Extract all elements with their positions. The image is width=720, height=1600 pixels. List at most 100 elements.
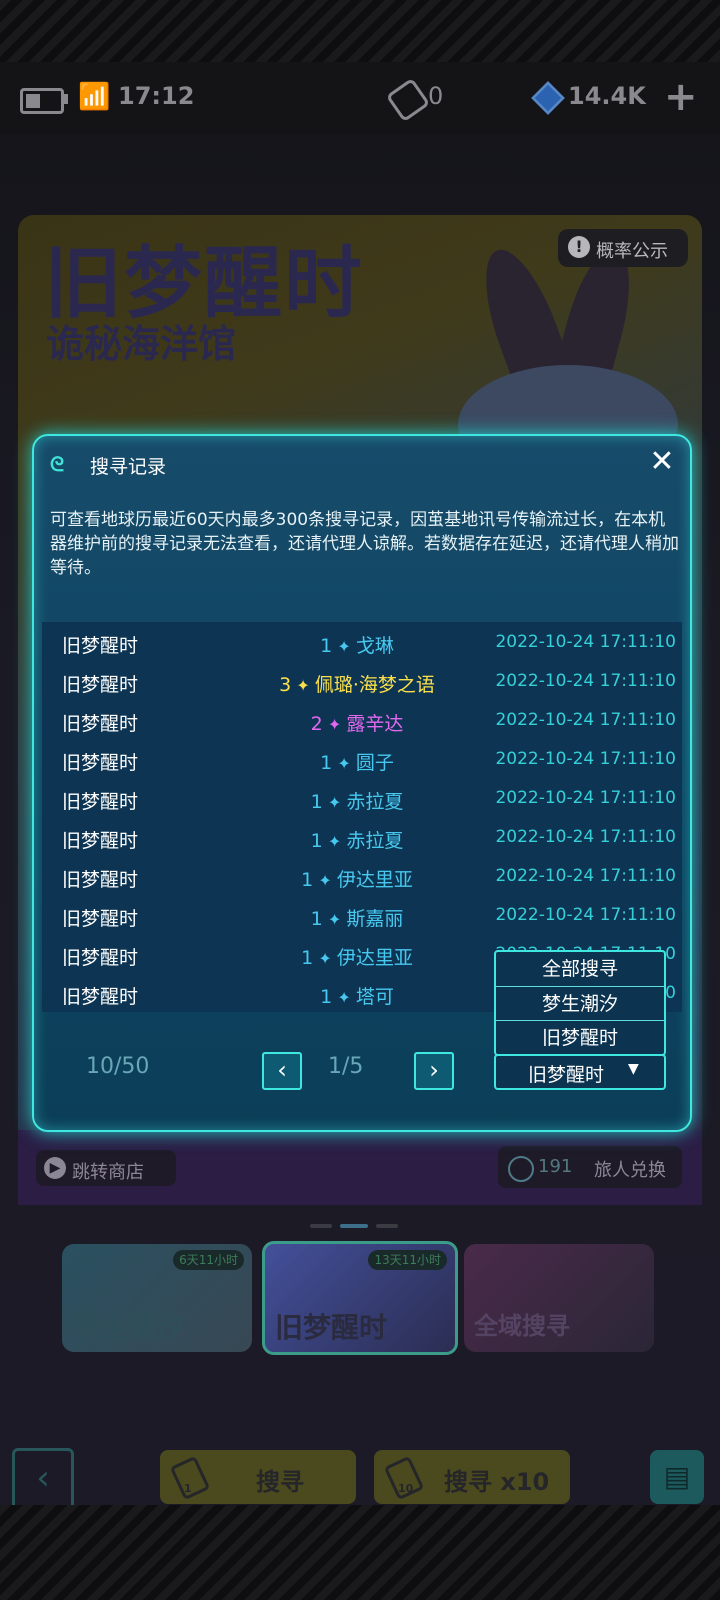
record-row: 旧梦醒时 1 ✦ 斯嘉丽 2022-10-24 17:11:10 [42, 895, 682, 934]
record-name: 伊达里亚 [336, 869, 413, 891]
record-name: 伊达里亚 [336, 947, 413, 969]
record-item: 1 ✦ 伊达里亚 [232, 865, 482, 892]
record-stars: 1 [320, 986, 333, 1008]
ticket-count: 0 [428, 82, 444, 110]
timer-badge: 13天11小时 [368, 1250, 447, 1270]
record-stars: 1 [310, 908, 323, 930]
record-name: 佩璐·海梦之语 [314, 674, 435, 696]
modal-header: ᘓ 搜寻记录 ✕ [34, 436, 690, 492]
record-row: 旧梦醒时 1 ✦ 圆子 2022-10-24 17:11:10 [42, 739, 682, 778]
filter-select[interactable]: 旧梦醒时 ▼ [494, 1054, 666, 1090]
record-stars: 3 [279, 674, 292, 696]
battery-tip [64, 94, 68, 104]
record-stars: 1 [320, 752, 333, 774]
record-name: 斯嘉丽 [346, 908, 404, 930]
record-time: 2022-10-24 17:11:10 [495, 632, 676, 652]
record-item: 1 ✦ 戈琳 [232, 631, 482, 658]
arrow-right-icon: ▶ [44, 1157, 66, 1179]
thumb-label: 全域搜寻 [474, 1312, 570, 1340]
thumb-label: 梦生潮汐 [72, 1311, 185, 1344]
gem-icon [531, 81, 565, 115]
record-item: 1 ✦ 塔可 [232, 982, 482, 1009]
star-icon: ✦ [291, 676, 315, 695]
star-icon: ✦ [322, 910, 347, 929]
alert-icon: ! [568, 236, 590, 258]
record-banner: 旧梦醒时 [62, 986, 139, 1008]
record-time: 2022-10-24 17:11:10 [495, 710, 676, 730]
exchange-button[interactable]: 191 旅人兑换 [498, 1146, 682, 1188]
star-icon: ✦ [322, 832, 347, 851]
next-page-button[interactable]: › [414, 1052, 454, 1090]
back-button[interactable]: ‹ [12, 1448, 74, 1510]
page-indicator: 1/5 [328, 1054, 364, 1079]
star-icon: ✦ [332, 754, 356, 773]
record-stars: 2 [310, 713, 323, 735]
add-currency-button[interactable]: + [664, 74, 698, 120]
prev-page-button[interactable]: ‹ [262, 1052, 302, 1090]
record-time: 2022-10-24 17:11:10 [495, 866, 676, 886]
filter-dropdown-menu: 全部搜寻 梦生潮汐 旧梦醒时 [494, 950, 666, 1056]
record-row: 旧梦醒时 2 ✦ 露辛达 2022-10-24 17:11:10 [42, 700, 682, 739]
top-stripes [0, 0, 720, 62]
record-stars: 1 [310, 791, 323, 813]
star-icon: ✦ [322, 715, 347, 734]
record-name: 圆子 [355, 752, 394, 774]
record-stars: 1 [301, 947, 314, 969]
record-row: 旧梦醒时 1 ✦ 伊达里亚 2022-10-24 17:11:10 [42, 856, 682, 895]
star-icon: ✦ [332, 637, 356, 656]
record-item: 1 ✦ 圆子 [232, 748, 482, 775]
ticket-qty: 1 [184, 1482, 192, 1495]
record-name: 赤拉夏 [346, 791, 404, 813]
banner-thumb-global[interactable]: 全域搜寻 [464, 1244, 654, 1352]
record-time: 2022-10-24 17:11:10 [495, 671, 676, 691]
modal-description: 可查看地球历最近60天内最多300条搜寻记录，因茧基地讯号传输流过长，在本机器维… [50, 510, 679, 578]
record-banner: 旧梦醒时 [62, 869, 139, 891]
status-bar: 📶 17:12 0 14.4K + [0, 74, 720, 123]
record-row: 旧梦醒时 1 ✦ 赤拉夏 2022-10-24 17:11:10 [42, 778, 682, 817]
search-x10-button[interactable]: 10 搜寻 x10 [374, 1450, 570, 1504]
record-name: 戈琳 [355, 635, 394, 657]
probability-button[interactable]: ! 概率公示 [558, 229, 688, 267]
record-time: 2022-10-24 17:11:10 [495, 788, 676, 808]
record-count: 10/50 [86, 1054, 150, 1079]
record-banner: 旧梦醒时 [62, 674, 139, 696]
chevron-left-icon: ‹ [277, 1056, 287, 1084]
app-logo-icon: ᘓ [50, 452, 65, 476]
caret-down-icon: ▼ [628, 1061, 639, 1077]
star-icon: ✦ [332, 988, 356, 1007]
filter-selected: 旧梦醒时 [528, 1064, 605, 1086]
banner-thumb-old-dream[interactable]: 13天11小时 旧梦醒时 [262, 1241, 458, 1355]
record-row: 旧梦醒时 1 ✦ 赤拉夏 2022-10-24 17:11:10 [42, 817, 682, 856]
search-button[interactable]: 1 搜寻 [160, 1450, 356, 1504]
record-button[interactable]: ▤ [650, 1450, 704, 1504]
record-stars: 1 [310, 830, 323, 852]
filter-option-old-dream[interactable]: 旧梦醒时 [496, 1020, 664, 1055]
carousel-dot [310, 1224, 332, 1228]
ticket-qty: 10 [398, 1482, 414, 1495]
star-icon: ✦ [313, 949, 337, 968]
carousel-indicator [310, 1224, 410, 1228]
record-item: 1 ✦ 赤拉夏 [232, 787, 482, 814]
wifi-icon: 📶 [78, 82, 111, 112]
bottom-stripes [0, 1505, 720, 1600]
token-icon [508, 1156, 534, 1182]
star-icon: ✦ [313, 871, 337, 890]
filter-option-tide[interactable]: 梦生潮汐 [496, 986, 664, 1021]
record-banner: 旧梦醒时 [62, 791, 139, 813]
search-x10-label: 搜寻 x10 [444, 1468, 550, 1496]
record-banner: 旧梦醒时 [62, 947, 139, 969]
banner-thumb-tide[interactable]: 6天11小时 梦生潮汐 [62, 1244, 252, 1352]
record-item: 1 ✦ 斯嘉丽 [232, 904, 482, 931]
modal-title: 搜寻记录 [90, 456, 167, 478]
probability-label: 概率公示 [596, 241, 668, 262]
close-button[interactable]: ✕ [642, 442, 682, 482]
shop-button[interactable]: ▶ 跳转商店 [36, 1150, 176, 1186]
carousel-dot [376, 1224, 398, 1228]
filter-option-all[interactable]: 全部搜寻 [496, 952, 664, 986]
record-time: 2022-10-24 17:11:10 [495, 827, 676, 847]
carousel-dot-active [340, 1224, 368, 1228]
thumb-label: 旧梦醒时 [275, 1311, 388, 1344]
record-banner: 旧梦醒时 [62, 635, 139, 657]
record-banner: 旧梦醒时 [62, 713, 139, 735]
record-time: 2022-10-24 17:11:10 [495, 905, 676, 925]
